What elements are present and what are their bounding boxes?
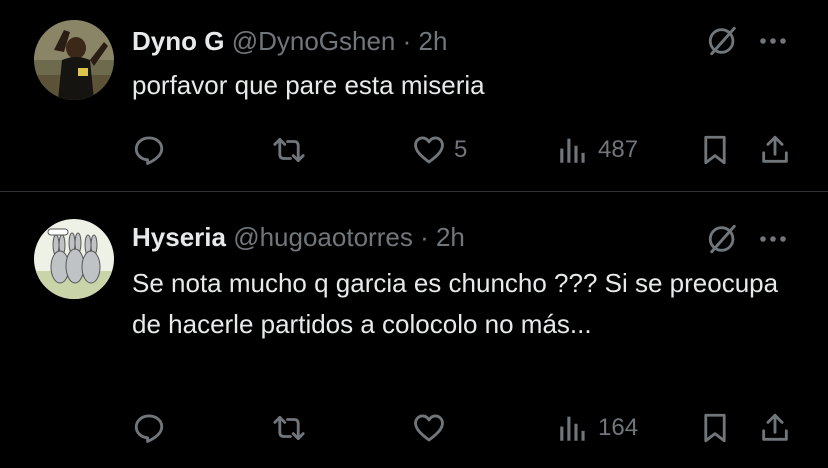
share-button[interactable] [758,130,792,170]
share-icon [762,135,788,163]
share-icon [762,413,788,441]
timestamp[interactable]: 2h [419,26,448,56]
reply-icon [134,414,164,443]
tweet-actions: 164 [0,408,828,448]
bookmark-button[interactable] [698,408,732,448]
tweet-actions: 5 487 [0,130,828,170]
rabbits-cartoon-avatar-icon [34,219,114,299]
like-button[interactable]: 5 [412,130,467,170]
avatar[interactable] [34,20,114,100]
view-count: 487 [598,136,639,163]
timestamp[interactable]: 2h [436,222,465,252]
tweet-text: Se nota mucho q garcia es chuncho ??? Si… [132,268,779,339]
grok-icon[interactable] [706,222,740,256]
retweet-button[interactable] [272,408,306,448]
like-icon [414,414,444,442]
retweet-icon [273,415,305,441]
reply-icon [134,136,164,165]
tweet-divider [0,191,828,192]
view-count: 164 [598,414,639,441]
views-icon [560,416,585,441]
handle[interactable]: @DynoGshen [232,26,396,56]
retweet-icon [273,137,305,163]
tweet[interactable]: Hyseria @hugoaotorres · 2h Se nota mucho… [0,193,828,468]
display-name[interactable]: Hyseria [132,222,226,252]
person-dancing-avatar-icon [34,20,114,100]
tweet-text: porfavor que pare esta miseria [132,70,485,100]
more-icon[interactable] [756,26,790,56]
tweet[interactable]: Dyno G @DynoGshen · 2h porfavor que pare… [0,0,828,192]
retweet-button[interactable] [272,130,306,170]
like-icon [414,136,444,164]
bookmark-icon [704,413,726,443]
views-icon [560,138,585,163]
avatar[interactable] [34,219,114,299]
grok-icon[interactable] [706,24,740,58]
more-icon[interactable] [756,224,790,254]
tweet-header: Dyno G @DynoGshen · 2h [132,25,447,57]
tweet-header: Hyseria @hugoaotorres · 2h [132,221,465,253]
share-button[interactable] [758,408,792,448]
bookmark-button[interactable] [698,130,732,170]
separator-dot: · [420,222,429,252]
reply-button[interactable] [132,130,166,170]
views-button[interactable]: 164 [556,408,638,448]
like-button[interactable] [412,408,454,448]
bookmark-icon [704,135,726,165]
like-count: 5 [454,136,468,163]
reply-button[interactable] [132,408,166,448]
views-button[interactable]: 487 [556,130,638,170]
handle[interactable]: @hugoaotorres [233,222,413,252]
display-name[interactable]: Dyno G [132,26,224,56]
separator-dot: · [402,26,412,56]
